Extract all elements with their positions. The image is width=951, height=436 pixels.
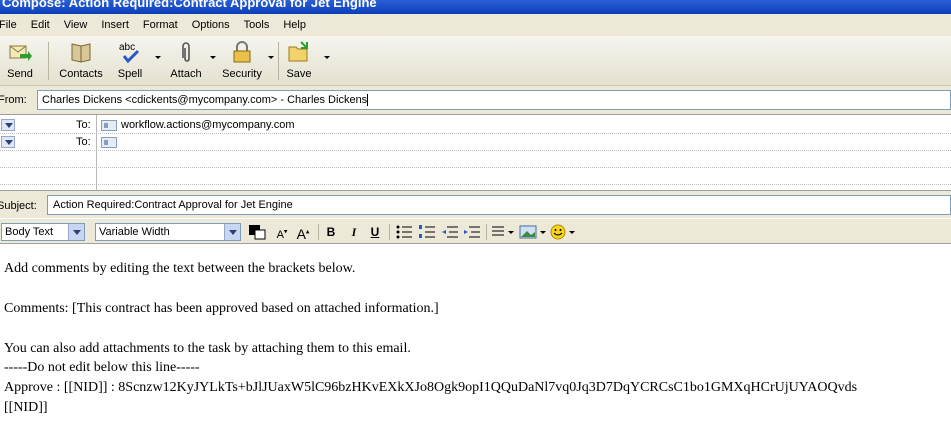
contacts-label: Contacts bbox=[59, 68, 103, 80]
format-toolbar: Body Text Variable Width A▾ A▴ B I U bbox=[0, 218, 951, 244]
numbered-list-icon bbox=[419, 225, 435, 238]
outdent-icon bbox=[442, 226, 458, 238]
format-separator bbox=[389, 224, 390, 240]
font-select[interactable]: Variable Width bbox=[95, 223, 241, 241]
format-separator bbox=[486, 224, 487, 240]
recipient-type-dropdown[interactable] bbox=[1, 136, 15, 148]
paperclip-icon bbox=[182, 42, 190, 62]
spell-dropdown-arrow-icon[interactable] bbox=[155, 56, 161, 59]
indent-button[interactable] bbox=[463, 224, 481, 240]
chevron-down-icon bbox=[224, 224, 240, 240]
increase-font-size-button[interactable]: A▴ bbox=[294, 224, 312, 242]
recipient-area: To: workflow.actions@mycompany.com To: bbox=[0, 114, 951, 191]
font-larger-icon: A▴ bbox=[296, 225, 310, 242]
attach-dropdown-arrow-icon[interactable] bbox=[210, 56, 216, 59]
text-cursor bbox=[367, 94, 369, 107]
toolbar-separator bbox=[48, 42, 49, 80]
indent-icon bbox=[464, 226, 480, 238]
to-label: To: bbox=[76, 136, 91, 148]
image-icon bbox=[519, 225, 546, 239]
italic-button[interactable]: I bbox=[346, 224, 362, 240]
format-separator bbox=[318, 224, 319, 240]
subject-value: Action Required:Contract Approval for Je… bbox=[53, 199, 293, 211]
save-label: Save bbox=[286, 68, 312, 80]
body-text-line: Comments: [This contract has been approv… bbox=[4, 301, 439, 316]
paragraph-style-select[interactable]: Body Text bbox=[1, 223, 85, 241]
chevron-down-icon bbox=[68, 224, 84, 240]
bold-button[interactable]: B bbox=[323, 224, 339, 240]
numbered-list-button[interactable] bbox=[418, 224, 436, 240]
recipient-type-dropdown[interactable] bbox=[1, 119, 15, 131]
menu-view[interactable]: View bbox=[64, 19, 88, 31]
menu-tools[interactable]: Tools bbox=[244, 19, 270, 31]
security-button[interactable]: Security bbox=[220, 40, 264, 84]
menu-bar: File Edit View Insert Format Options Too… bbox=[0, 14, 951, 36]
from-row: From: Charles Dickens <cdickents@mycompa… bbox=[0, 86, 951, 114]
body-text-line: You can also add attachments to the task… bbox=[4, 341, 411, 356]
insert-image-button[interactable] bbox=[519, 224, 547, 240]
send-icon bbox=[9, 45, 32, 61]
recipient-row-empty[interactable] bbox=[0, 151, 951, 168]
recipient-row: To: bbox=[0, 134, 951, 151]
save-button[interactable]: Save bbox=[284, 40, 314, 84]
save-dropdown-arrow-icon[interactable] bbox=[324, 56, 330, 59]
recipient-row-empty[interactable] bbox=[0, 168, 951, 185]
bullet-list-icon bbox=[396, 225, 412, 239]
contact-card-icon bbox=[101, 137, 117, 148]
window-title: Compose: Action Required:Contract Approv… bbox=[2, 0, 377, 10]
body-text-line: Add comments by editing the text between… bbox=[4, 261, 356, 276]
subject-row: Subject: Action Required:Contract Approv… bbox=[0, 190, 951, 218]
insert-smiley-button[interactable] bbox=[550, 224, 578, 240]
subject-label: Subject: bbox=[0, 200, 37, 212]
align-button[interactable] bbox=[491, 224, 515, 240]
from-field[interactable]: Charles Dickens <cdickents@mycompany.com… bbox=[37, 90, 951, 110]
attach-label: Attach bbox=[170, 68, 202, 80]
menu-options[interactable]: Options bbox=[192, 19, 230, 31]
toolbar-separator bbox=[278, 42, 279, 80]
security-dropdown-arrow-icon[interactable] bbox=[268, 56, 274, 59]
recipient-address-input[interactable]: workflow.actions@mycompany.com bbox=[121, 119, 295, 131]
message-body-editor[interactable]: Add comments by editing the text between… bbox=[0, 245, 951, 436]
menu-insert[interactable]: Insert bbox=[101, 19, 129, 31]
paragraph-style-value: Body Text bbox=[5, 226, 54, 238]
underline-button[interactable]: U bbox=[367, 224, 383, 240]
contact-card-icon bbox=[101, 120, 117, 131]
send-button[interactable]: Send bbox=[4, 40, 36, 84]
spell-check-icon: abc bbox=[119, 42, 140, 64]
spell-icon-text: abc bbox=[119, 42, 135, 53]
bullet-list-button[interactable] bbox=[395, 224, 413, 240]
subject-field[interactable]: Action Required:Contract Approval for Je… bbox=[47, 195, 951, 215]
decrease-font-size-button[interactable]: A▾ bbox=[274, 224, 290, 241]
toolbar: Send Contacts abc Spell Attach Security bbox=[0, 36, 951, 86]
title-bar: Compose: Action Required:Contract Approv… bbox=[0, 0, 951, 14]
smiley-icon bbox=[550, 224, 575, 240]
spell-label: Spell bbox=[117, 68, 143, 80]
to-label: To: bbox=[76, 119, 91, 131]
spell-button[interactable]: abc Spell bbox=[112, 40, 148, 84]
contacts-button[interactable]: Contacts bbox=[56, 40, 106, 84]
menu-file[interactable]: File bbox=[0, 19, 17, 31]
save-folder-icon bbox=[288, 41, 308, 62]
menu-edit[interactable]: Edit bbox=[31, 19, 50, 31]
text-color-button[interactable] bbox=[248, 224, 268, 240]
outdent-button[interactable] bbox=[441, 224, 459, 240]
lock-icon bbox=[233, 41, 251, 63]
send-label: Send bbox=[7, 68, 33, 80]
align-icon bbox=[492, 226, 514, 236]
from-value: Charles Dickens <cdickents@mycompany.com… bbox=[42, 94, 368, 106]
font-value: Variable Width bbox=[99, 226, 170, 238]
security-label: Security bbox=[222, 68, 262, 80]
menu-format[interactable]: Format bbox=[143, 19, 178, 31]
recipient-row: To: workflow.actions@mycompany.com bbox=[0, 117, 951, 134]
body-text-line: Approve : [[NID]] : 8Scnzw12KyJYLkTs+bJl… bbox=[4, 380, 858, 395]
font-smaller-icon: A▾ bbox=[276, 228, 288, 241]
address-book-icon bbox=[71, 43, 91, 63]
body-text-line: [[NID]] bbox=[4, 400, 48, 415]
menu-help[interactable]: Help bbox=[283, 19, 306, 31]
body-text-line: -----Do not edit below this line----- bbox=[4, 360, 200, 375]
attach-button[interactable]: Attach bbox=[166, 40, 206, 84]
from-label: From: bbox=[0, 94, 27, 106]
text-color-icon bbox=[249, 225, 266, 240]
